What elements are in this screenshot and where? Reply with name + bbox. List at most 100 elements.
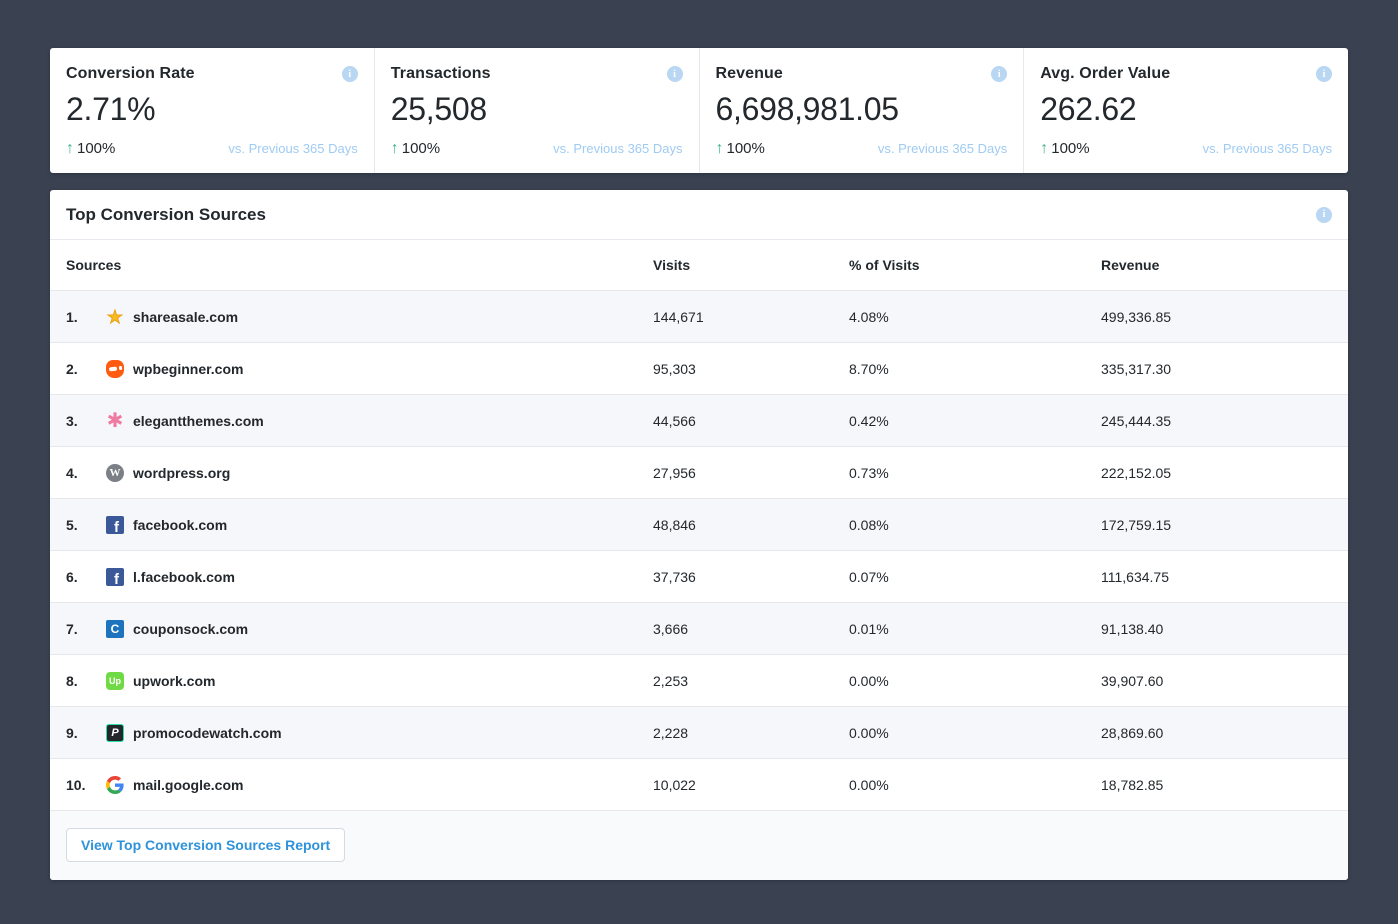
table-header-row: Sources Visits % of Visits Revenue bbox=[50, 240, 1348, 290]
column-header-visits: Visits bbox=[653, 257, 849, 273]
source-domain: elegantthemes.com bbox=[133, 413, 264, 429]
source-domain: facebook.com bbox=[133, 517, 227, 533]
promocodewatch-icon: P bbox=[106, 724, 124, 742]
source-domain: promocodewatch.com bbox=[133, 725, 282, 741]
info-icon[interactable]: i bbox=[667, 66, 683, 82]
wpbeginner-icon bbox=[106, 360, 124, 378]
table-row: 3. ✱ elegantthemes.com 44,566 0.42% 245,4… bbox=[50, 394, 1348, 446]
visits-value: 2,228 bbox=[653, 725, 849, 741]
rank: 5. bbox=[66, 517, 106, 533]
revenue-value: 222,152.05 bbox=[1101, 465, 1332, 481]
revenue-value: 18,782.85 bbox=[1101, 777, 1332, 793]
rank: 2. bbox=[66, 361, 106, 377]
revenue-value: 172,759.15 bbox=[1101, 517, 1332, 533]
google-icon bbox=[106, 776, 124, 794]
visits-value: 27,956 bbox=[653, 465, 849, 481]
visits-value: 2,253 bbox=[653, 673, 849, 689]
card-footer: View Top Conversion Sources Report bbox=[50, 810, 1348, 880]
rank: 8. bbox=[66, 673, 106, 689]
facebook-icon: f bbox=[106, 516, 124, 534]
rank: 9. bbox=[66, 725, 106, 741]
change-value: 100% bbox=[402, 140, 440, 157]
revenue-value: 335,317.30 bbox=[1101, 361, 1332, 377]
rank: 3. bbox=[66, 413, 106, 429]
stat-card-revenue: Revenue i 6,698,981.05 ↑100% vs. Previou… bbox=[699, 48, 1024, 173]
pct-visits-value: 8.70% bbox=[849, 361, 1101, 377]
table-row: 8. Up upwork.com 2,253 0.00% 39,907.60 bbox=[50, 654, 1348, 706]
visits-value: 48,846 bbox=[653, 517, 849, 533]
pct-visits-value: 0.08% bbox=[849, 517, 1101, 533]
pct-visits-value: 4.08% bbox=[849, 309, 1101, 325]
wordpress-icon: W bbox=[106, 464, 124, 482]
change-value: 100% bbox=[1051, 140, 1089, 157]
table-row: 4. Wwordpress.org 27,956 0.73% 222,152.0… bbox=[50, 446, 1348, 498]
facebook-icon: f bbox=[106, 568, 124, 586]
revenue-value: 28,869.60 bbox=[1101, 725, 1332, 741]
source-domain: wpbeginner.com bbox=[133, 361, 243, 377]
summary-stats-row: Conversion Rate i 2.71% ↑100% vs. Previo… bbox=[50, 48, 1348, 173]
stat-label: Avg. Order Value bbox=[1040, 65, 1170, 83]
stat-value: 262.62 bbox=[1040, 91, 1332, 128]
info-icon[interactable]: i bbox=[1316, 66, 1332, 82]
rank: 10. bbox=[66, 777, 106, 793]
change-value: 100% bbox=[727, 140, 765, 157]
source-domain: l.facebook.com bbox=[133, 569, 235, 585]
column-header-sources: Sources bbox=[66, 257, 653, 273]
rank: 7. bbox=[66, 621, 106, 637]
asterisk-icon: ✱ bbox=[106, 412, 124, 430]
up-arrow-icon: ↑ bbox=[391, 140, 399, 158]
up-arrow-icon: ↑ bbox=[716, 140, 724, 158]
table-row: 6. fl.facebook.com 37,736 0.07% 111,634.… bbox=[50, 550, 1348, 602]
stat-change: ↑100% bbox=[391, 140, 440, 158]
card-title: Top Conversion Sources bbox=[66, 205, 266, 225]
visits-value: 144,671 bbox=[653, 309, 849, 325]
stat-value: 2.71% bbox=[66, 91, 358, 128]
stat-value: 25,508 bbox=[391, 91, 683, 128]
pct-visits-value: 0.00% bbox=[849, 777, 1101, 793]
table-row: 7. Ccouponsock.com 3,666 0.01% 91,138.40 bbox=[50, 602, 1348, 654]
up-arrow-icon: ↑ bbox=[66, 140, 74, 158]
stat-label: Transactions bbox=[391, 65, 491, 83]
stat-label: Revenue bbox=[716, 65, 783, 83]
info-icon[interactable]: i bbox=[342, 66, 358, 82]
visits-value: 37,736 bbox=[653, 569, 849, 585]
pct-visits-value: 0.00% bbox=[849, 673, 1101, 689]
stat-value: 6,698,981.05 bbox=[716, 91, 1008, 128]
column-header-pct-visits: % of Visits bbox=[849, 257, 1101, 273]
compare-period-label: vs. Previous 365 Days bbox=[1203, 141, 1332, 156]
table-row: 10. mail.google.com 10,022 0.00% 18,782.… bbox=[50, 758, 1348, 810]
visits-value: 10,022 bbox=[653, 777, 849, 793]
rank: 1. bbox=[66, 309, 106, 325]
pct-visits-value: 0.01% bbox=[849, 621, 1101, 637]
revenue-value: 245,444.35 bbox=[1101, 413, 1332, 429]
change-value: 100% bbox=[77, 140, 115, 157]
revenue-value: 91,138.40 bbox=[1101, 621, 1332, 637]
rank: 4. bbox=[66, 465, 106, 481]
stat-change: ↑100% bbox=[1040, 140, 1089, 158]
compare-period-label: vs. Previous 365 Days bbox=[878, 141, 1007, 156]
source-domain: couponsock.com bbox=[133, 621, 248, 637]
upwork-icon: Up bbox=[106, 672, 124, 690]
pct-visits-value: 0.42% bbox=[849, 413, 1101, 429]
revenue-value: 111,634.75 bbox=[1101, 569, 1332, 585]
compare-period-label: vs. Previous 365 Days bbox=[228, 141, 357, 156]
table-row: 2. wpbeginner.com 95,303 8.70% 335,317.3… bbox=[50, 342, 1348, 394]
star-icon: ★ bbox=[106, 308, 124, 326]
info-icon[interactable]: i bbox=[1316, 207, 1332, 223]
table-row: 9. Ppromocodewatch.com 2,228 0.00% 28,86… bbox=[50, 706, 1348, 758]
pct-visits-value: 0.00% bbox=[849, 725, 1101, 741]
stat-label: Conversion Rate bbox=[66, 65, 195, 83]
stat-card-avg-order-value: Avg. Order Value i 262.62 ↑100% vs. Prev… bbox=[1023, 48, 1348, 173]
ecommerce-report-page: Conversion Rate i 2.71% ↑100% vs. Previo… bbox=[0, 0, 1398, 924]
info-icon[interactable]: i bbox=[991, 66, 1007, 82]
view-report-button[interactable]: View Top Conversion Sources Report bbox=[66, 828, 345, 862]
source-domain: upwork.com bbox=[133, 673, 215, 689]
up-arrow-icon: ↑ bbox=[1040, 140, 1048, 158]
stat-change: ↑100% bbox=[66, 140, 115, 158]
visits-value: 44,566 bbox=[653, 413, 849, 429]
table-row: 5. f facebook.com 48,846 0.08% 172,759.15 bbox=[50, 498, 1348, 550]
revenue-value: 39,907.60 bbox=[1101, 673, 1332, 689]
source-domain: wordpress.org bbox=[133, 465, 230, 481]
couponsock-icon: C bbox=[106, 620, 124, 638]
visits-value: 3,666 bbox=[653, 621, 849, 637]
